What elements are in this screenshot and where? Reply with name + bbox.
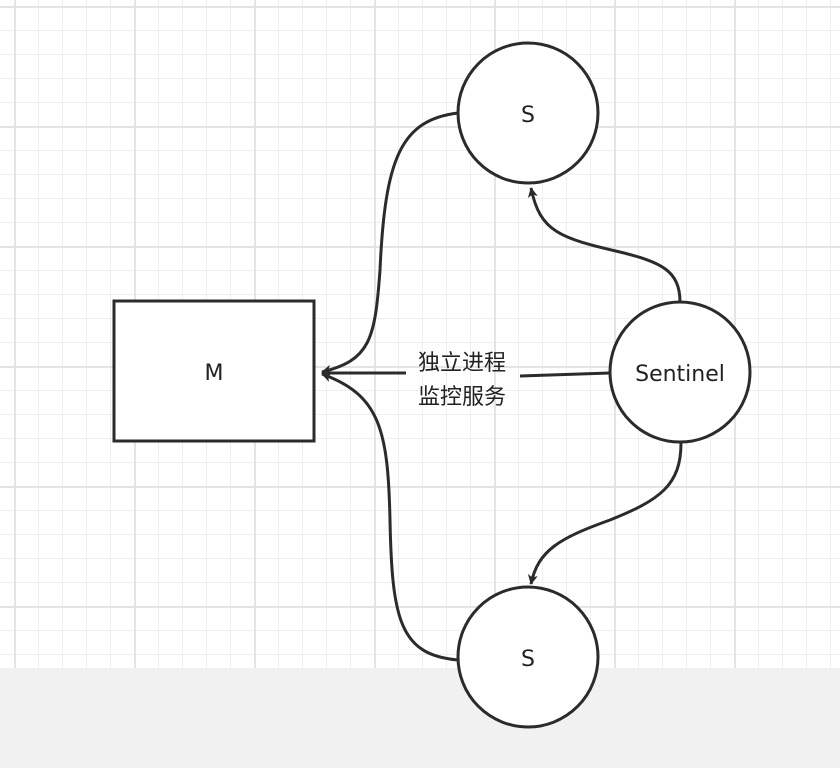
edge-label-line-1: 独立进程 <box>418 351 506 376</box>
node-slave-top-label: S <box>521 103 535 128</box>
node-slave-top[interactable]: S <box>456 41 600 185</box>
diagram: 独立进程 监控服务 M S Sentinel S <box>112 41 752 729</box>
edge-slave-top-to-master[interactable] <box>321 111 459 375</box>
node-slave-bottom-label: S <box>521 647 535 672</box>
node-master-label: M <box>205 361 224 386</box>
node-sentinel[interactable]: Sentinel <box>608 300 752 444</box>
edge-label-line-2: 监控服务 <box>418 385 506 410</box>
edge-sentinel-to-slave-bottom[interactable] <box>527 442 683 585</box>
node-sentinel-label: Sentinel <box>635 362 725 387</box>
edge-slave-bottom-to-master[interactable] <box>321 372 459 662</box>
edge-sentinel-to-slave-top[interactable] <box>527 187 682 303</box>
node-slave-bottom[interactable]: S <box>456 585 600 729</box>
node-master[interactable]: M <box>112 299 316 443</box>
